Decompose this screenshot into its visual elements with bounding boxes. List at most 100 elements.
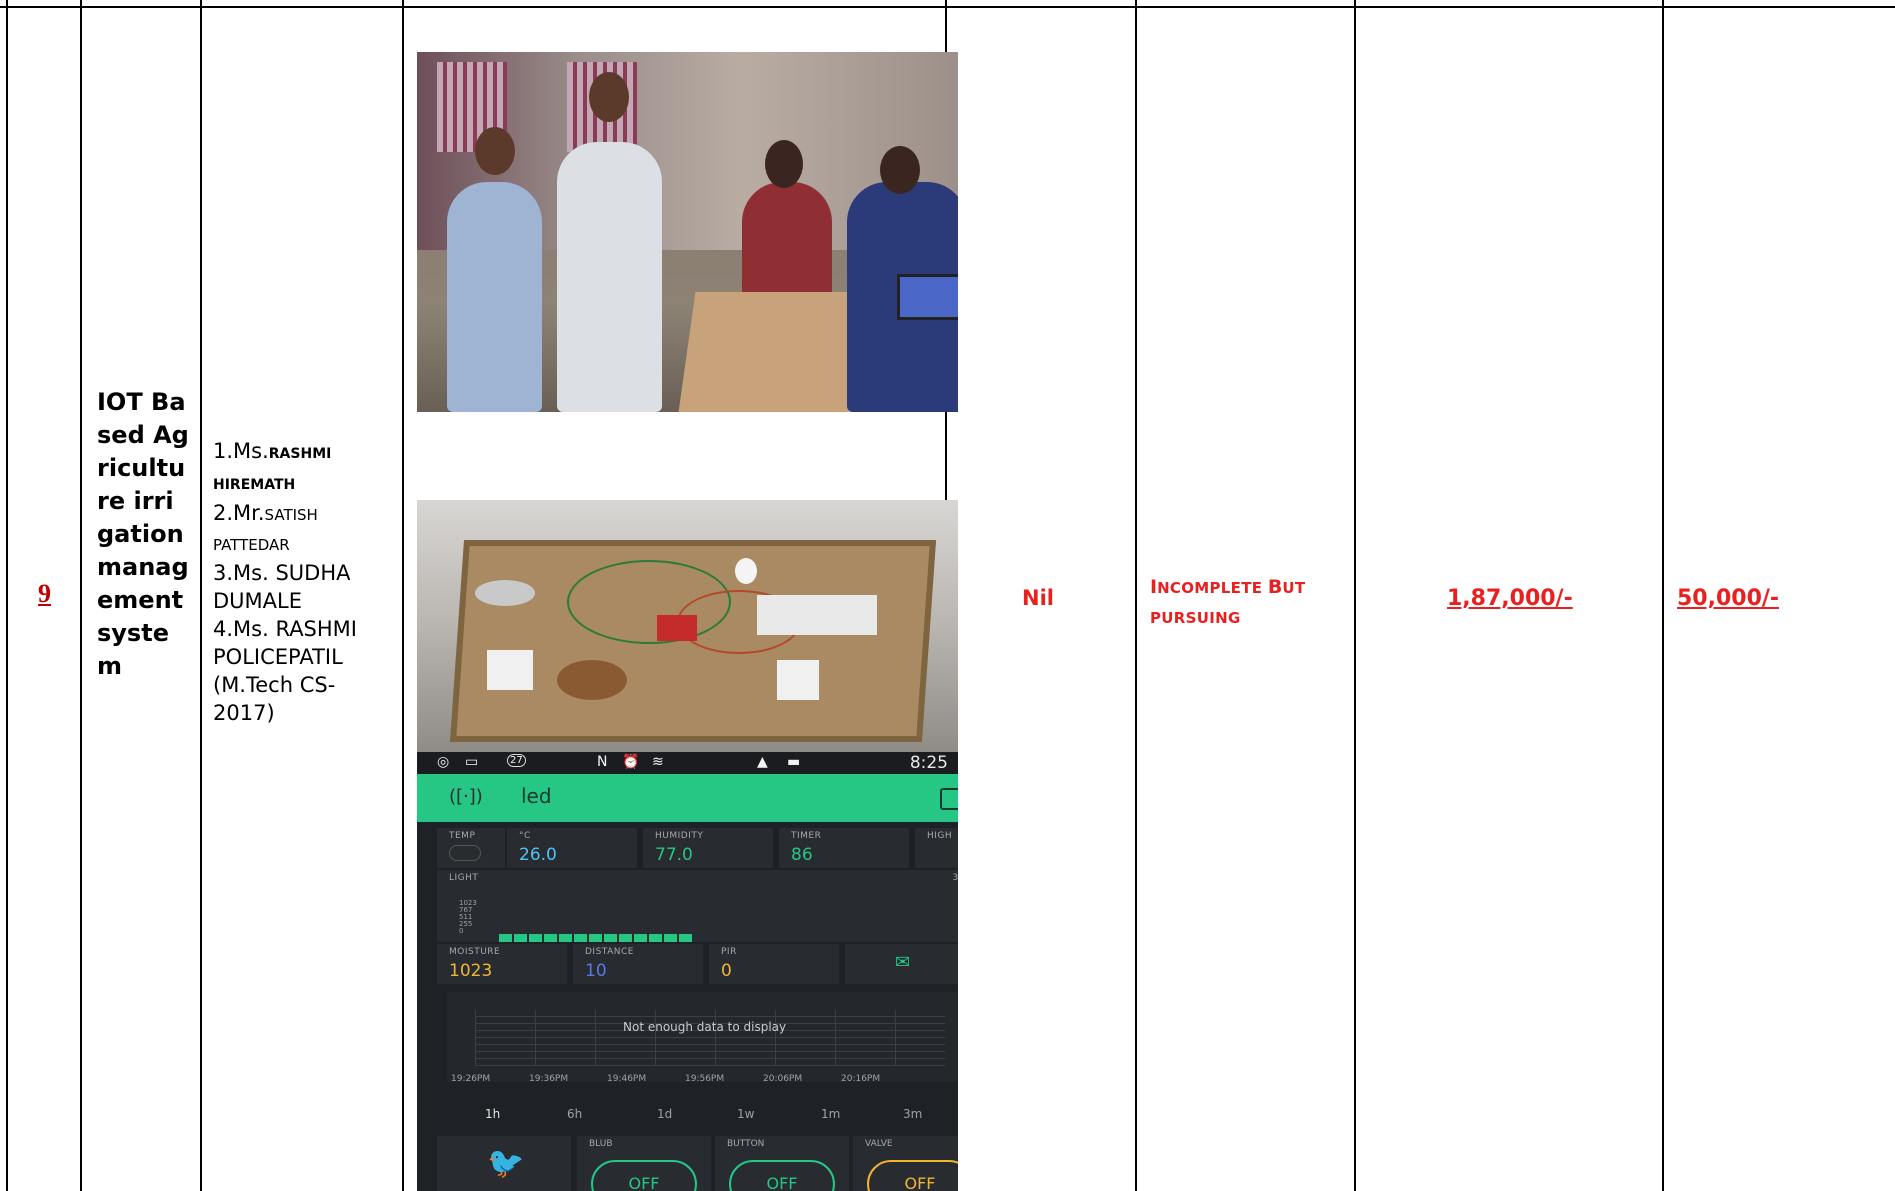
alarm-icon: ⏰ [622,754,640,770]
status-bar: ◎ ▭ 27 N ⏰ ≋ ▲ ▬ 8:25 [417,752,958,774]
light-label: LIGHT [449,873,479,883]
member-3: 3.Ms. SUDHA DUMALE [213,561,351,613]
chart-x-tick: 20:16PM [841,1074,881,1084]
email-widget[interactable]: ✉ [845,944,958,984]
celsius-value: 26.0 [519,845,557,865]
timer-value: 86 [791,845,813,865]
column-divider-7 [1354,0,1356,1191]
person-1 [447,182,542,412]
temp-widget[interactable]: TEMP [437,828,505,868]
app-bar: ([·]) led [417,774,958,822]
valve-toggle[interactable]: OFF [867,1160,958,1191]
amount-sanctioned: 1,87,000/- [1447,586,1573,611]
person-2 [557,142,662,412]
light-level-segment [619,934,632,942]
column-divider-8 [1662,0,1664,1191]
clock: 8:25 [909,753,948,773]
light-level-segment [589,934,602,942]
light-level-segment [529,934,542,942]
batch: (M.Tech CS-2017) [213,673,336,725]
button-control[interactable]: BUTTON OFF [715,1136,849,1191]
person-3-head [765,140,803,188]
valve-control[interactable]: VALVE OFF [853,1136,958,1191]
column-divider-1 [6,0,8,1191]
celsius-widget[interactable]: °C 26.0 [507,828,637,868]
range-tab-1m[interactable]: 1m [821,1107,840,1121]
distance-value: 10 [585,961,607,981]
range-tab-1d[interactable]: 1d [657,1107,672,1121]
temp-led [449,845,481,861]
column-divider-2 [80,0,82,1191]
light-level-segment [574,934,587,942]
device-icon[interactable]: ([·]) [449,786,483,807]
range-tab-1w[interactable]: 1w [737,1107,754,1121]
gallery-icon: ▭ [465,754,479,770]
light-level-segment [649,934,662,942]
distance-label: DISTANCE [585,947,634,957]
chart-x-tick: 19:36PM [529,1074,569,1084]
chart-x-tick: 19:56PM [685,1074,725,1084]
history-chart[interactable]: Not enough data to display [447,992,958,1082]
adapter-2 [777,660,819,700]
light-right-value: 37 [952,873,958,883]
humidity-widget[interactable]: HUMIDITY 77.0 [643,828,773,868]
extension-board [757,595,877,635]
member-4: 4.Ms. RASHMI POLICEPATIL [213,617,357,669]
timer-label: TIMER [791,831,822,841]
adapter-1 [487,650,533,690]
light-level-segment [544,934,557,942]
light-level-segment [679,934,692,942]
range-tab-6h[interactable]: 6h [567,1107,582,1121]
member-1: 1.Ms.RASHMI HIREMATH [213,439,332,493]
twitter-widget[interactable]: 🐦 [437,1136,571,1191]
pir-widget[interactable]: PIR 0 [709,944,839,984]
range-tab-3m[interactable]: 3m [903,1107,922,1121]
button-toggle[interactable]: OFF [729,1160,835,1191]
moisture-widget[interactable]: MOISTURE 1023 [437,944,567,984]
nfc-icon: N [597,754,608,770]
project-title: IOT Based Agriculture irrigation managem… [97,388,189,680]
chart-x-tick: 19:26PM [451,1074,491,1084]
battery-icon: ▬ [787,754,801,770]
chart-grid [475,1010,945,1066]
range-tab-1h[interactable]: 1h [485,1107,500,1121]
table-top-border [0,6,1895,8]
notification-count-icon: 27 [507,754,526,767]
blub-toggle[interactable]: OFF [591,1160,697,1191]
blub-control[interactable]: BLUB OFF [577,1136,711,1191]
distance-widget[interactable]: DISTANCE 10 [573,944,703,984]
chart-x-tick: 20:06PM [763,1074,803,1084]
team-photo [417,52,958,412]
light-level-segment [514,934,527,942]
timer-widget[interactable]: TIMER 86 [779,828,909,868]
light-widget[interactable]: LIGHT 37 1023 767 511 255 0 [437,870,958,942]
status-line-2: PURSUING [1150,609,1241,627]
moisture-label: MOISTURE [449,947,501,957]
blub-label: BLUB [589,1139,613,1149]
patent-status: Nil [1022,586,1054,610]
laptop [897,274,958,320]
microcontroller [657,615,697,641]
light-level-segment [634,934,647,942]
chart-empty-message: Not enough data to display [623,1020,787,1034]
status-line-1: INCOMPLETE BUT [1150,576,1306,598]
person-2-head [589,72,629,122]
high-widget[interactable]: HIGH [915,828,958,868]
amount-received: 50,000/- [1677,586,1780,611]
column-divider-3 [200,0,202,1191]
twitter-bird-icon: 🐦 [487,1146,525,1181]
signal-icon: ▲ [757,754,768,770]
menu-box-icon[interactable] [940,788,958,810]
light-scale-tick: 0 [459,927,464,935]
pir-label: PIR [721,947,737,957]
light-level-segment [559,934,572,942]
app-screenshot: ◎ ▭ 27 N ⏰ ≋ ▲ ▬ 8:25 ([·]) led TEMP °C … [417,752,958,1191]
pot [557,660,627,700]
bulb [735,558,757,584]
column-divider-4 [402,0,404,1191]
button-label: BUTTON [727,1139,765,1149]
temp-label: TEMP [449,831,476,841]
envelope-icon: ✉ [895,952,911,973]
high-label: HIGH [927,831,953,841]
project-status: INCOMPLETE BUT PURSUING [1150,572,1350,633]
